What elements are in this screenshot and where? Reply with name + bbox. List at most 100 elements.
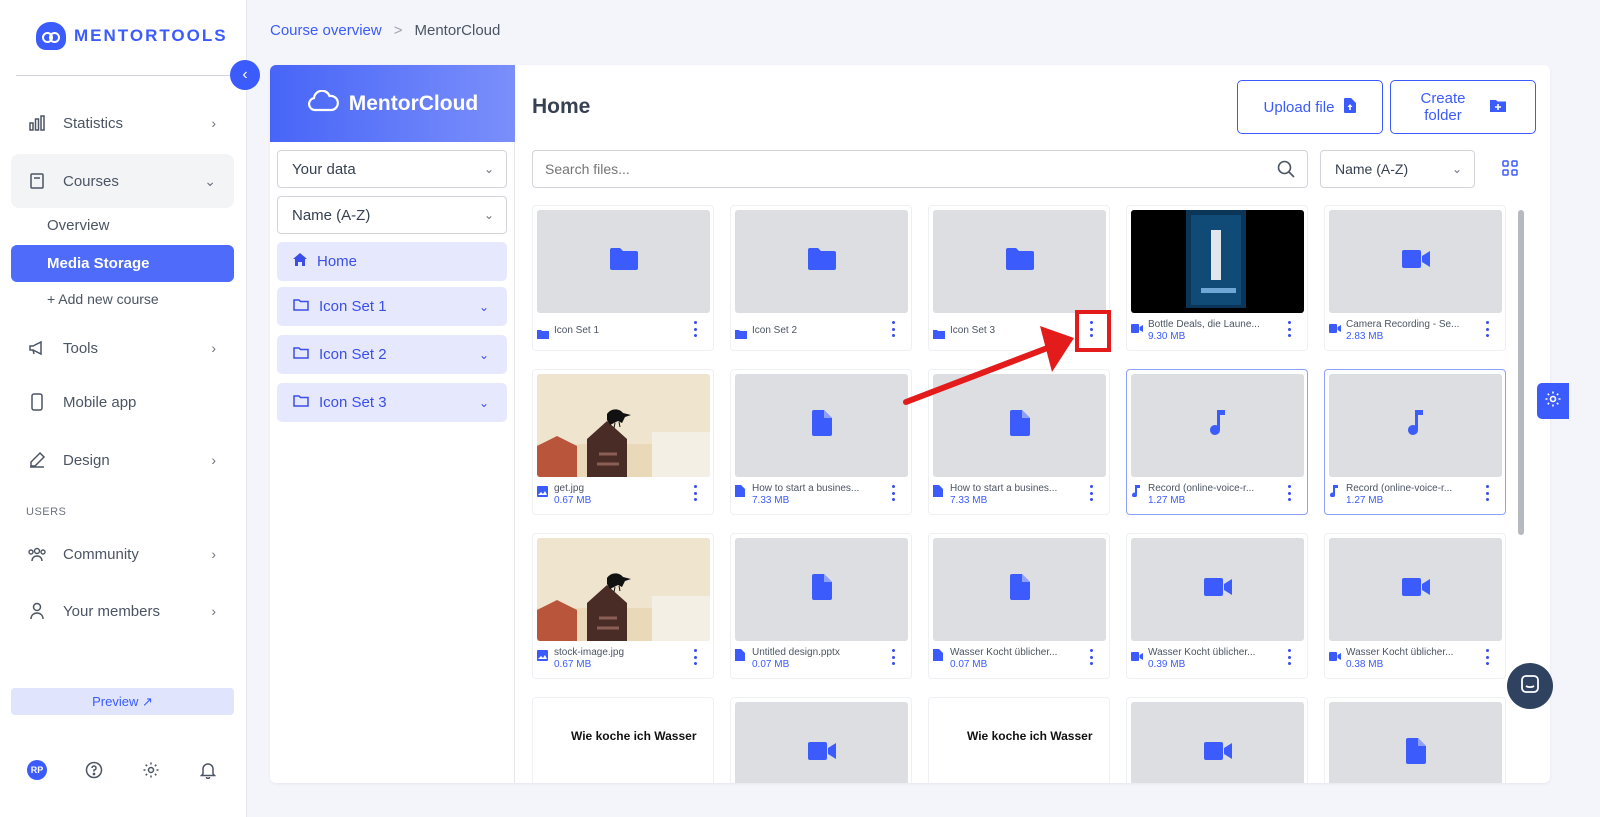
grid-view-icon[interactable] — [1502, 160, 1518, 181]
file-tile[interactable]: Untitled design.pptx 0.07 MB — [730, 533, 912, 679]
tree-item-home[interactable]: Home — [277, 242, 507, 281]
kebab-menu-icon[interactable] — [689, 485, 701, 501]
upload-file-button[interactable]: Upload file — [1237, 80, 1383, 134]
sidebar-subitem-media-storage[interactable]: Media Storage — [11, 245, 234, 282]
chevron-down-icon: ⌄ — [204, 172, 216, 189]
kebab-menu-icon[interactable] — [1283, 485, 1295, 501]
file-tile[interactable]: Record (online-voice-r... 1.27 MB — [1126, 369, 1308, 515]
sidebar-footer: RP — [27, 760, 218, 780]
file-tile[interactable]: Wasser Kocht üblicher... 0.07 MB — [928, 533, 1110, 679]
file-meta: How to start a busines... 7.33 MB — [933, 483, 1083, 506]
sidebar-item-statistics[interactable]: Statistics › — [11, 98, 234, 148]
file-tile[interactable]: Wasser Kocht üblicher... 0.39 MB — [1126, 533, 1308, 679]
kebab-menu-icon[interactable] — [887, 321, 899, 337]
search-icon[interactable] — [1277, 160, 1295, 183]
add-new-course-link[interactable]: + Add new course — [47, 291, 159, 307]
sidebar-subitem-overview[interactable]: Overview — [47, 217, 110, 234]
file-meta: stock-image.jpg 0.67 MB — [537, 647, 687, 670]
tree-sort-value: Name (A-Z) — [292, 206, 371, 224]
sidebar-item-mobile-app[interactable]: Mobile app — [11, 377, 234, 427]
breadcrumb-course-overview[interactable]: Course overview — [270, 22, 382, 39]
chevron-down-icon[interactable]: ⌄ — [479, 348, 489, 362]
kebab-menu-icon[interactable] — [1283, 321, 1295, 337]
file-thumbnail — [1131, 374, 1304, 477]
data-source-value: Your data — [292, 160, 356, 178]
file-size: 0.07 MB — [752, 659, 790, 670]
users-section-label: USERS — [26, 506, 67, 518]
folder-tile[interactable]: Icon Set 1 — [532, 205, 714, 351]
brand-logo[interactable]: MENTORTOOLS — [36, 22, 228, 50]
sidebar-item-your-members[interactable]: Your members › — [11, 586, 234, 636]
bell-icon[interactable] — [198, 760, 218, 780]
data-source-select[interactable]: Your data ⌄ — [277, 150, 507, 188]
tree-item-icon-set-2[interactable]: Icon Set 2 ⌄ — [277, 335, 507, 374]
file-tile[interactable] — [1324, 697, 1506, 783]
file-tile[interactable] — [1126, 697, 1308, 783]
kebab-menu-icon[interactable] — [1481, 321, 1493, 337]
file-tile[interactable]: stock-image.jpg 0.67 MB — [532, 533, 714, 679]
chevron-down-icon[interactable]: ⌄ — [479, 300, 489, 314]
file-tile[interactable]: Bottle Deals, die Laune... 9.30 MB — [1126, 205, 1308, 351]
chevron-down-icon: ⌄ — [483, 208, 494, 222]
search-bar — [532, 150, 1308, 188]
doc-icon — [735, 648, 747, 670]
video-icon — [1329, 648, 1341, 670]
sidebar-item-community[interactable]: Community › — [11, 529, 234, 579]
kebab-menu-icon[interactable] — [1481, 649, 1493, 665]
home-icon — [293, 253, 307, 270]
folder-icon — [537, 326, 549, 344]
file-tile[interactable]: Wie koche ich Wasser — [928, 697, 1110, 783]
kebab-menu-icon[interactable] — [887, 485, 899, 501]
mentorcloud-header: MentorCloud — [270, 65, 515, 142]
chat-launcher-button[interactable] — [1507, 663, 1553, 709]
file-thumbnail — [933, 538, 1106, 641]
scrollbar-thumb[interactable] — [1518, 210, 1524, 535]
settings-tab-button[interactable] — [1537, 383, 1569, 419]
file-tile[interactable]: Wie koche ich Wasser — [532, 697, 714, 783]
file-thumbnail — [537, 210, 710, 313]
sidebar-item-tools[interactable]: Tools › — [11, 323, 234, 373]
bar-chart-icon — [27, 113, 47, 133]
tree-sort-select[interactable]: Name (A-Z) ⌄ — [277, 196, 507, 234]
file-size: 0.38 MB — [1346, 659, 1384, 670]
file-thumbnail — [1329, 538, 1502, 641]
file-thumbnail — [735, 374, 908, 477]
folder-tile[interactable]: Icon Set 2 — [730, 205, 912, 351]
sidebar-item-courses[interactable]: Courses ⌄ — [11, 154, 234, 208]
audio-icon — [1329, 484, 1341, 506]
file-tile[interactable]: How to start a busines... 7.33 MB — [730, 369, 912, 515]
help-icon[interactable] — [84, 760, 104, 780]
tree-item-icon-set-1[interactable]: Icon Set 1 ⌄ — [277, 287, 507, 326]
kebab-menu-icon[interactable] — [689, 649, 701, 665]
chevron-right-icon: › — [211, 340, 216, 356]
kebab-menu-icon[interactable] — [689, 321, 701, 337]
file-meta: How to start a busines... 7.33 MB — [735, 483, 885, 506]
search-input[interactable] — [533, 151, 1233, 187]
kebab-menu-icon[interactable] — [887, 649, 899, 665]
collapse-sidebar-button[interactable]: ‹ — [230, 60, 260, 90]
sidebar: MENTORTOOLS Statistics › Courses ⌄ Overv… — [0, 0, 247, 817]
kebab-menu-icon[interactable] — [1085, 649, 1097, 665]
sidebar-item-design[interactable]: Design › — [11, 435, 234, 485]
sidebar-item-label: Design — [63, 451, 110, 469]
tree-item-icon-set-3[interactable]: Icon Set 3 ⌄ — [277, 383, 507, 422]
gear-icon[interactable] — [141, 760, 161, 780]
folder-icon — [1005, 248, 1034, 275]
file-tile[interactable]: Camera Recording - Se... 2.83 MB — [1324, 205, 1506, 351]
video-icon — [1329, 320, 1341, 342]
kebab-menu-icon[interactable] — [1085, 485, 1097, 501]
kebab-menu-icon[interactable] — [1481, 485, 1493, 501]
file-name: Wasser Kocht üblicher... — [950, 647, 1058, 658]
folder-icon — [293, 346, 309, 363]
avatar[interactable]: RP — [27, 760, 47, 780]
chevron-down-icon[interactable]: ⌄ — [479, 396, 489, 410]
kebab-menu-icon[interactable] — [1283, 649, 1295, 665]
file-tile[interactable] — [730, 697, 912, 783]
file-sort-select[interactable]: Name (A-Z) ⌄ — [1320, 150, 1475, 188]
file-tile[interactable]: Wasser Kocht üblicher... 0.38 MB — [1324, 533, 1506, 679]
file-tile[interactable]: get.jpg 0.67 MB — [532, 369, 714, 515]
file-tile[interactable]: Record (online-voice-r... 1.27 MB — [1324, 369, 1506, 515]
preview-button[interactable]: Preview ↗ — [11, 688, 234, 715]
media-cloud-panel: MentorCloud Your data ⌄ Name (A-Z) ⌄ Hom… — [270, 65, 1550, 783]
create-folder-button[interactable]: Create folder — [1390, 80, 1536, 134]
